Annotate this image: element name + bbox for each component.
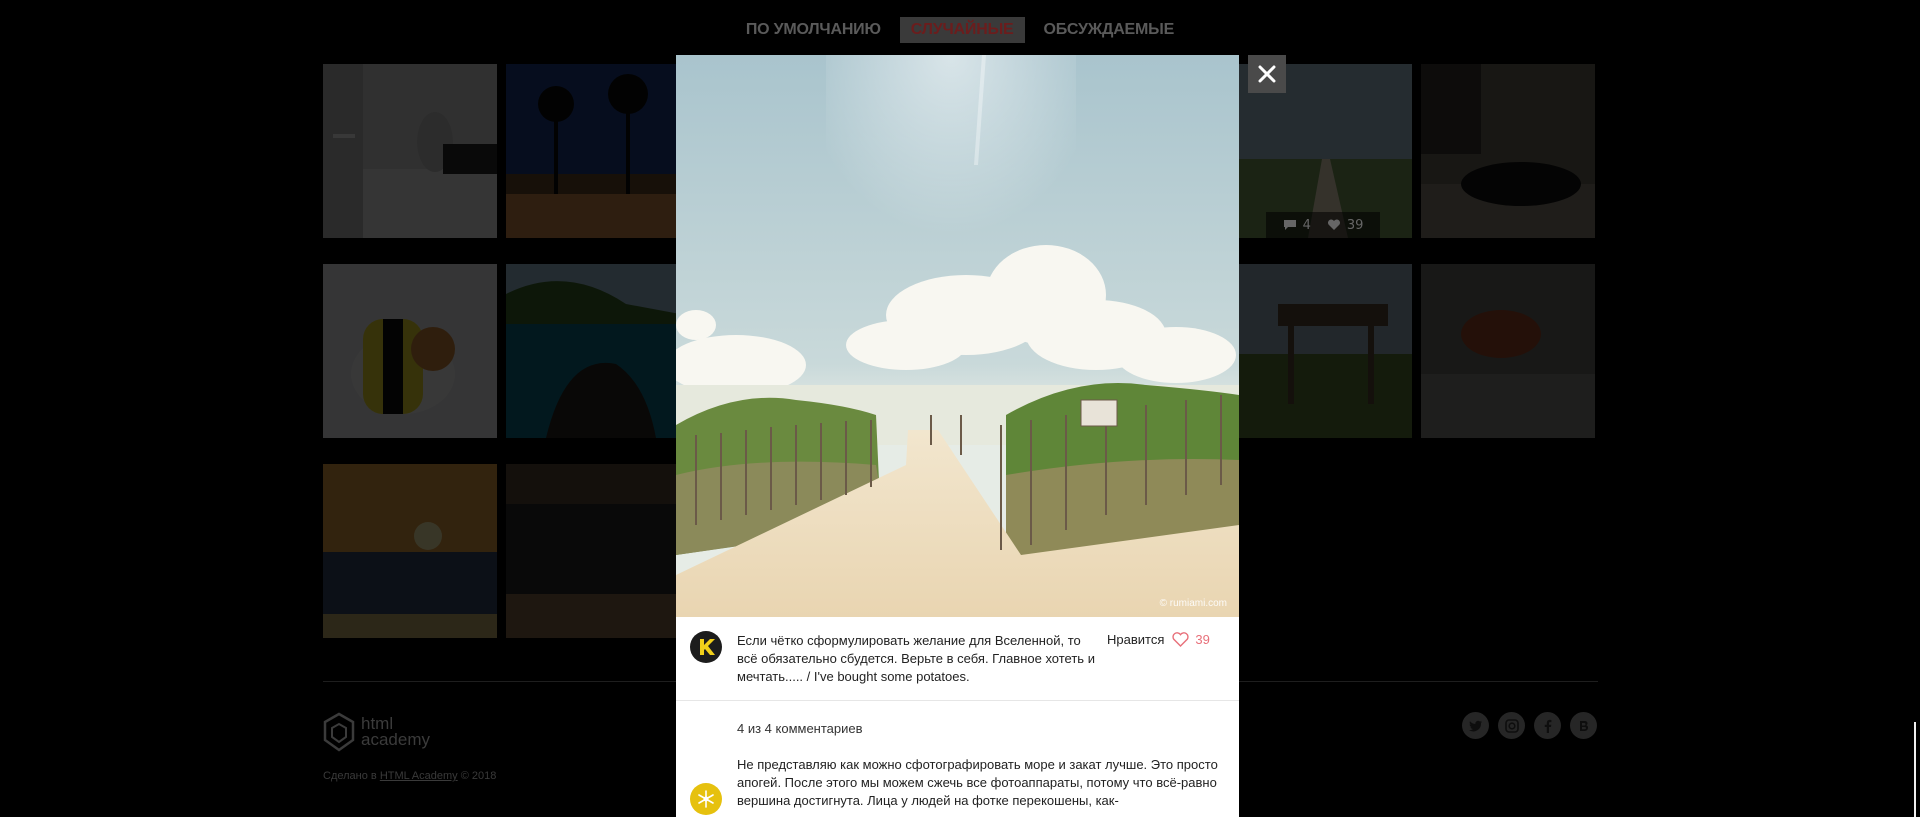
instagram-icon[interactable] xyxy=(1498,712,1525,739)
photo-modal: © rumiami.com Если чётко сформулировать … xyxy=(676,55,1239,817)
gallery-photo-coast[interactable] xyxy=(506,264,680,438)
k-letter-icon xyxy=(700,639,715,655)
snowflake-icon xyxy=(698,790,714,808)
made-in-text: Сделано в HTML Academy © 2018 xyxy=(323,770,497,782)
gallery-photo-shoes[interactable] xyxy=(323,64,497,238)
academy-link[interactable]: HTML Academy xyxy=(380,770,458,782)
academy-logo-icon xyxy=(323,712,355,752)
gallery-photo-car[interactable] xyxy=(1421,64,1595,238)
logo-wordmark: html academy xyxy=(361,714,430,749)
vk-icon[interactable] xyxy=(1570,712,1597,739)
close-button[interactable] xyxy=(1248,55,1286,93)
facebook-icon[interactable] xyxy=(1534,712,1561,739)
scrollbar[interactable] xyxy=(1914,722,1916,817)
comment-text: Не представляю как можно сфотографироват… xyxy=(737,757,1218,808)
social-links xyxy=(1462,712,1597,739)
heart-outline-icon xyxy=(1172,632,1189,647)
comment-icon xyxy=(1283,220,1296,230)
twitter-icon[interactable] xyxy=(1462,712,1489,739)
gallery-photo-sunset[interactable] xyxy=(323,464,497,638)
commenter-avatar[interactable] xyxy=(690,783,722,815)
filter-default[interactable]: По умолчанию xyxy=(735,17,892,43)
filters-bar: По умолчанию Случайные Обсуждаемые xyxy=(0,17,1920,43)
like-label: Нравится xyxy=(1107,632,1165,647)
likes-stat: 39 xyxy=(1327,218,1363,233)
gallery-photo-sign[interactable] xyxy=(1238,264,1412,438)
comments-stat: 4 xyxy=(1283,218,1311,233)
post-details: Если чётко сформулировать желание для Вс… xyxy=(676,617,1239,701)
gallery-photo-choir[interactable] xyxy=(506,464,680,638)
author-avatar[interactable] xyxy=(690,631,722,663)
comments-count: 4 из 4 комментариев xyxy=(737,721,863,736)
modal-photo: © rumiami.com xyxy=(676,55,1239,617)
photo-credit: © rumiami.com xyxy=(1159,598,1227,609)
filter-random[interactable]: Случайные xyxy=(899,17,1025,43)
post-description: Если чётко сформулировать желание для Вс… xyxy=(737,633,1095,684)
like-button[interactable]: Нравится 39 xyxy=(1107,632,1210,647)
close-icon xyxy=(1258,65,1276,83)
html-academy-logo[interactable]: html academy xyxy=(323,712,430,752)
gallery-photo-cat-sushi[interactable] xyxy=(323,264,497,438)
photo-stats: 4 39 xyxy=(1266,212,1380,238)
gallery-photo-crab[interactable] xyxy=(1421,264,1595,438)
heart-icon xyxy=(1327,219,1340,230)
filter-discussed[interactable]: Обсуждаемые xyxy=(1033,17,1186,43)
gallery-photo-palms-night[interactable] xyxy=(506,64,680,238)
likes-count: 39 xyxy=(1195,632,1210,647)
